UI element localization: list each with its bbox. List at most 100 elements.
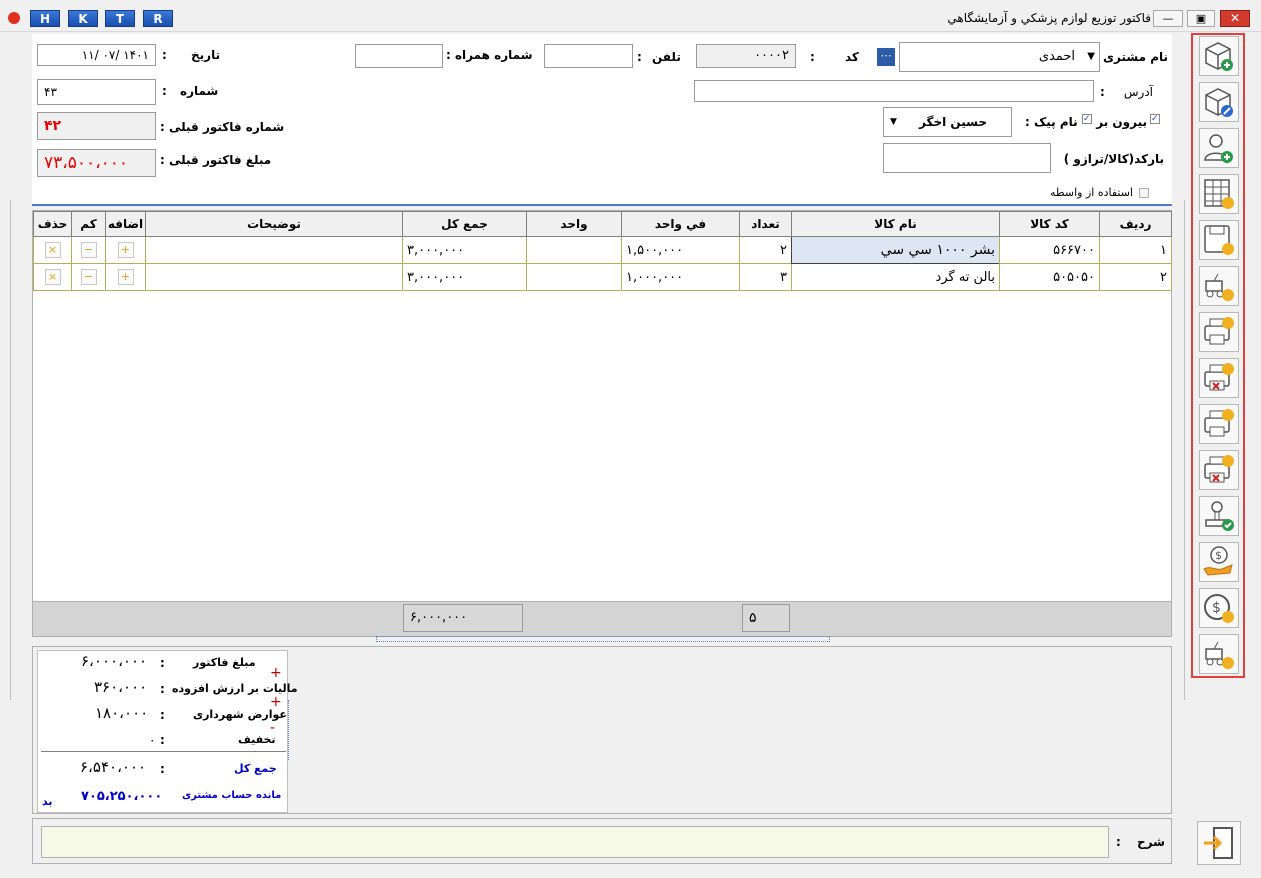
- exit-button[interactable]: [1197, 821, 1241, 865]
- address-colon: :: [1100, 85, 1105, 99]
- col-header-delete[interactable]: حذف: [33, 211, 72, 237]
- panel-splitter[interactable]: [376, 636, 830, 642]
- mobile-field[interactable]: [355, 44, 443, 68]
- outside-checkbox[interactable]: ✓: [1150, 114, 1160, 124]
- print-coin-button[interactable]: [1199, 404, 1239, 444]
- customer-lookup-button[interactable]: ⋯: [877, 48, 895, 66]
- phone-field[interactable]: [544, 44, 633, 68]
- cell-code[interactable]: ۵۶۶۷۰۰: [999, 236, 1100, 264]
- plus-sign: +: [270, 665, 282, 681]
- prev-invoice-no-field[interactable]: ۴۲: [37, 112, 156, 140]
- chevron-down-icon: ▼: [1087, 51, 1095, 62]
- cell-qty[interactable]: ۳: [739, 263, 792, 291]
- price-table-button[interactable]: [1199, 174, 1239, 214]
- number-field[interactable]: ۴۳: [37, 79, 156, 105]
- courier-value: حسین اخگر: [919, 115, 987, 129]
- add-customer-button[interactable]: [1199, 128, 1239, 168]
- date-field[interactable]: ۱۴۰۱ /۰۷ /۱۱: [37, 44, 156, 66]
- invoice-amount-value: ۶،۰۰۰،۰۰۰: [81, 652, 148, 670]
- cell-desc[interactable]: [145, 263, 403, 291]
- calculator-table-icon: [1204, 179, 1234, 209]
- notes-label: شرح: [1137, 835, 1165, 849]
- customer-name-dropdown[interactable]: احمدی ▼: [899, 42, 1100, 72]
- cell-name[interactable]: بالن ته گرد: [791, 263, 1000, 291]
- col-header-add[interactable]: اضافه: [105, 211, 146, 237]
- col-header-qty[interactable]: تعداد: [739, 211, 792, 237]
- address-field[interactable]: [694, 80, 1094, 102]
- code-field[interactable]: ۰۰۰۰۲: [696, 44, 796, 68]
- print-money-button[interactable]: [1199, 312, 1239, 352]
- delivery-view-button[interactable]: [1199, 266, 1239, 306]
- cell-total[interactable]: ۳,۰۰۰,۰۰۰: [402, 236, 527, 264]
- stamp-confirm-button[interactable]: [1199, 496, 1239, 536]
- right-splitter[interactable]: [1178, 200, 1185, 700]
- col-header-total[interactable]: جمع کل: [402, 211, 527, 237]
- hand-money-icon: $: [1203, 546, 1233, 576]
- col-header-unit[interactable]: واحد: [526, 211, 622, 237]
- print-cancel-coin-button[interactable]: [1199, 450, 1239, 490]
- col-header-desc[interactable]: توضیحات: [145, 211, 403, 237]
- save-view-icon: [1204, 225, 1234, 255]
- footer-grand-total: ۶,۰۰۰,۰۰۰: [403, 604, 523, 632]
- summary-panel: [37, 650, 288, 813]
- broker-checkbox[interactable]: [1139, 188, 1149, 198]
- maximize-button[interactable]: ▣: [1187, 10, 1215, 27]
- phone-label: تلفن: [652, 50, 681, 64]
- svg-text:$: $: [1215, 549, 1222, 562]
- cell-unit[interactable]: [526, 236, 622, 264]
- summary-collapse-handle[interactable]: [288, 700, 294, 760]
- cell-unit-price[interactable]: ۱,۰۰۰,۰۰۰: [621, 263, 740, 291]
- summary-divider: [41, 751, 286, 752]
- col-header-name[interactable]: نام کالا: [791, 211, 1000, 237]
- col-header-minus[interactable]: کم: [71, 211, 106, 237]
- delivery-payment-button[interactable]: [1199, 634, 1239, 674]
- delete-row-button[interactable]: ×: [44, 242, 61, 258]
- minimize-button[interactable]: —: [1153, 10, 1183, 27]
- prev-invoice-amount-label: مبلغ فاکتور قبلی :: [160, 153, 272, 167]
- cell-code[interactable]: ۵۰۵۰۵۰: [999, 263, 1100, 291]
- col-header-code[interactable]: کد کالا: [999, 211, 1100, 237]
- prev-invoice-no-label: شماره فاکتور قبلی :: [160, 120, 285, 134]
- delivery-coin-icon: [1205, 641, 1234, 669]
- minus-row-button[interactable]: −: [80, 269, 97, 285]
- table-row[interactable]: ۲ ۵۰۵۰۵۰ بالن ته گرد ۳ ۱,۰۰۰,۰۰۰ ۳,۰۰۰,۰…: [33, 263, 1172, 291]
- cell-unit[interactable]: [526, 263, 622, 291]
- table-row[interactable]: ۱ ۵۶۶۷۰۰ بشر ۱۰۰۰ سي سي ۲ ۱,۵۰۰,۰۰۰ ۳,۰۰…: [33, 236, 1172, 264]
- payment-button[interactable]: $: [1199, 542, 1239, 582]
- cell-desc[interactable]: [145, 236, 403, 264]
- hk-button-h[interactable]: H: [30, 10, 60, 27]
- cell-row[interactable]: ۱: [1099, 236, 1172, 264]
- barcode-field[interactable]: [883, 143, 1051, 173]
- print-money-icon: [1204, 317, 1234, 345]
- cell-row[interactable]: ۲: [1099, 263, 1172, 291]
- save-view-button[interactable]: [1199, 220, 1239, 260]
- add-row-button[interactable]: +: [117, 242, 134, 258]
- window-title: فاکتور توزیع لوازم پزشکي و آزمايشگاهي: [947, 11, 1151, 25]
- courier-checkbox[interactable]: ✓: [1082, 114, 1092, 124]
- hk-button-k[interactable]: K: [68, 10, 98, 27]
- new-invoice-button[interactable]: [1199, 36, 1239, 76]
- balance-label: مانده حساب مشتری: [182, 790, 282, 801]
- hk-button-t[interactable]: T: [105, 10, 135, 27]
- notes-field[interactable]: [41, 826, 1109, 858]
- print-cancel-money-icon: [1204, 363, 1234, 391]
- prev-invoice-amount-field[interactable]: ۷۳،۵۰۰،۰۰۰: [37, 149, 156, 177]
- left-splitter[interactable]: [10, 200, 17, 700]
- close-button[interactable]: ✕: [1220, 10, 1250, 27]
- delete-row-button[interactable]: ×: [44, 269, 61, 285]
- currency-refresh-button[interactable]: $: [1199, 588, 1239, 628]
- discount-label: تخفیف: [238, 733, 276, 746]
- edit-invoice-button[interactable]: [1199, 82, 1239, 122]
- courier-dropdown[interactable]: ▼ حسین اخگر: [883, 107, 1012, 137]
- print-cancel-money-button[interactable]: [1199, 358, 1239, 398]
- cell-total[interactable]: ۳,۰۰۰,۰۰۰: [402, 263, 527, 291]
- minus-row-button[interactable]: −: [80, 242, 97, 258]
- cell-unit-price[interactable]: ۱,۵۰۰,۰۰۰: [621, 236, 740, 264]
- cell-qty[interactable]: ۲: [739, 236, 792, 264]
- cell-name[interactable]: بشر ۱۰۰۰ سي سي: [791, 236, 1000, 264]
- hk-button-r[interactable]: R: [143, 10, 173, 27]
- col-header-unit-price[interactable]: في واحد: [621, 211, 740, 237]
- total-colon: :: [160, 762, 165, 776]
- col-header-row[interactable]: ردیف: [1099, 211, 1172, 237]
- add-row-button[interactable]: +: [117, 269, 134, 285]
